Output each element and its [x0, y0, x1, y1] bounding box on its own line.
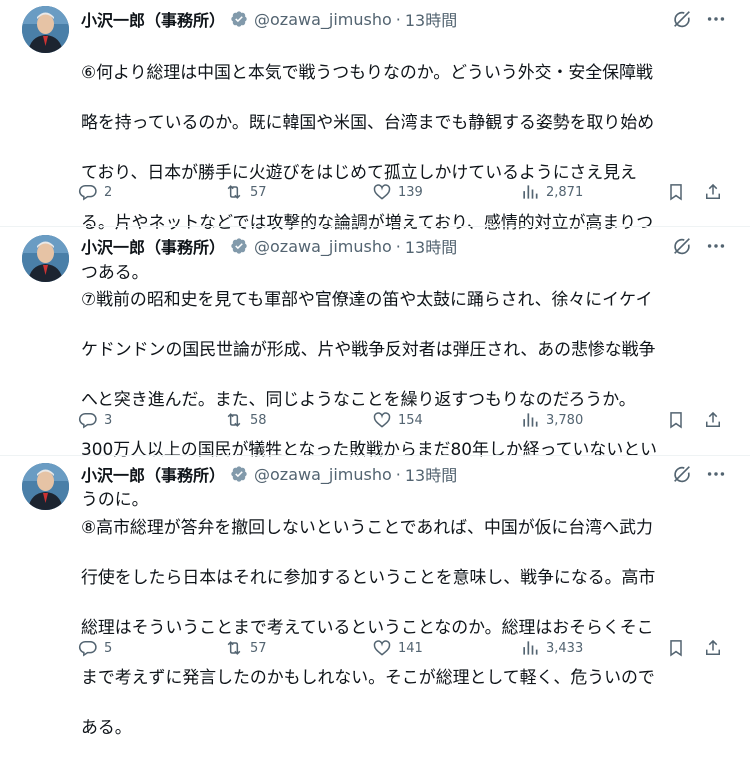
reply-count: 5 [104, 640, 113, 656]
like-button[interactable]: 141 [372, 636, 423, 660]
share-icon [706, 183, 720, 199]
like-icon [373, 640, 391, 656]
view-count: 2,871 [546, 184, 584, 200]
separator-dot: · [395, 9, 401, 29]
tweet-text-line: ある。 [81, 717, 132, 737]
reply-icon [78, 413, 97, 429]
reply-count: 2 [104, 184, 113, 200]
verified-badge-icon [231, 238, 247, 254]
more-icon[interactable] [705, 235, 727, 257]
timestamp[interactable]: 13時間 [405, 7, 457, 31]
grok-icon[interactable] [671, 235, 693, 257]
author-handle[interactable]: @ozawa_jimusho [254, 465, 392, 484]
author-handle[interactable]: @ozawa_jimusho [254, 237, 392, 256]
retweet-button[interactable]: 57 [224, 180, 267, 204]
bookmark-button[interactable] [666, 636, 686, 660]
verified-badge-icon [231, 11, 247, 27]
retweet-count: 57 [250, 640, 267, 656]
retweet-icon [227, 641, 241, 655]
reply-icon [78, 185, 97, 201]
like-button[interactable]: 139 [372, 180, 423, 204]
tweet-text-line: ケドンドンの国民世論が形成、片や戦争反対者は弾圧され、あの悲惨な戦争 [81, 339, 656, 359]
share-icon [706, 639, 720, 655]
like-icon [373, 412, 391, 428]
tweet-text-line: 略を持っているのか。既に韓国や米国、台湾までも静観する姿勢を取り始め [81, 112, 655, 132]
action-bar: 3 58 154 3,780 [78, 408, 738, 432]
separator-dot: · [395, 236, 401, 256]
retweet-icon [227, 185, 241, 199]
tweet-text-line: ⑦戦前の昭和史を見ても軍部や官僚達の笛や太鼓に踊らされ、徐々にイケイ [81, 289, 653, 309]
views-icon [523, 641, 538, 655]
retweet-count: 58 [250, 412, 267, 428]
view-count: 3,433 [546, 640, 584, 656]
retweet-count: 57 [250, 184, 267, 200]
author-handle[interactable]: @ozawa_jimusho [254, 10, 392, 29]
tweet[interactable]: 小沢一郎（事務所） @ozawa_jimusho · 13時間 ⑧高市総理が答弁… [0, 456, 750, 737]
grok-icon[interactable] [671, 463, 693, 485]
author-name[interactable]: 小沢一郎（事務所） [81, 462, 225, 486]
reply-icon [78, 641, 97, 657]
timestamp[interactable]: 13時間 [405, 462, 457, 486]
like-count: 141 [398, 640, 423, 656]
share-button[interactable] [703, 180, 723, 204]
views-icon [523, 413, 538, 427]
more-icon[interactable] [705, 8, 727, 30]
like-count: 139 [398, 184, 423, 200]
views-icon [523, 185, 538, 199]
tweet-header: 小沢一郎（事務所） @ozawa_jimusho · 13時間 [81, 234, 457, 258]
bookmark-icon [670, 184, 682, 201]
like-icon [373, 184, 391, 200]
reply-count: 3 [104, 412, 113, 428]
grok-icon[interactable] [671, 8, 693, 30]
action-bar: 2 57 139 2,871 [78, 180, 738, 204]
tweet-text-line: ⑧高市総理が答弁を撤回しないということであれば、中国が仮に台湾へ武力 [81, 517, 653, 537]
reply-button[interactable]: 3 [78, 408, 112, 432]
views-button[interactable]: 2,871 [520, 180, 583, 204]
tweet-header: 小沢一郎（事務所） @ozawa_jimusho · 13時間 [81, 462, 457, 486]
bookmark-button[interactable] [666, 180, 686, 204]
timestamp[interactable]: 13時間 [405, 234, 457, 258]
bookmark-icon [670, 640, 682, 657]
retweet-button[interactable]: 57 [224, 636, 267, 660]
view-count: 3,780 [546, 412, 584, 428]
tweet-text: ⑧高市総理が答弁を撤回しないということであれば、中国が仮に台湾へ武力 行使をした… [81, 490, 731, 765]
bookmark-button[interactable] [666, 408, 686, 432]
views-button[interactable]: 3,780 [520, 408, 583, 432]
like-button[interactable]: 154 [372, 408, 423, 432]
tweet-header: 小沢一郎（事務所） @ozawa_jimusho · 13時間 [81, 7, 457, 31]
bookmark-icon [670, 412, 682, 429]
reply-button[interactable]: 2 [78, 180, 112, 204]
share-icon [706, 411, 720, 427]
tweet-text-line: まで考えずに発言したのかもしれない。そこが総理として軽く、危ういので [81, 667, 655, 687]
separator-dot: · [395, 464, 401, 484]
verified-badge-icon [231, 466, 247, 482]
retweet-button[interactable]: 58 [224, 408, 267, 432]
like-count: 154 [398, 412, 423, 428]
avatar[interactable] [22, 235, 69, 282]
more-icon[interactable] [705, 463, 727, 485]
action-bar: 5 57 141 3,433 [78, 636, 738, 660]
avatar[interactable] [22, 6, 69, 53]
tweet[interactable]: 小沢一郎（事務所） @ozawa_jimusho · 13時間 ⑥何より総理は中… [0, 0, 750, 282]
reply-button[interactable]: 5 [78, 636, 112, 660]
share-button[interactable] [703, 408, 723, 432]
share-button[interactable] [703, 636, 723, 660]
tweet-text-line: ⑥何より総理は中国と本気で戦うつもりなのか。どういう外交・安全保障戦 [81, 62, 653, 82]
views-button[interactable]: 3,433 [520, 636, 583, 660]
author-name[interactable]: 小沢一郎（事務所） [81, 7, 225, 31]
author-name[interactable]: 小沢一郎（事務所） [81, 234, 225, 258]
tweet[interactable]: 小沢一郎（事務所） @ozawa_jimusho · 13時間 ⑦戦前の昭和史を… [0, 227, 750, 509]
retweet-icon [227, 413, 241, 427]
avatar[interactable] [22, 463, 69, 510]
tweet-text-line: 行使をしたら日本はそれに参加するということを意味し、戦争になる。高市 [81, 567, 656, 587]
